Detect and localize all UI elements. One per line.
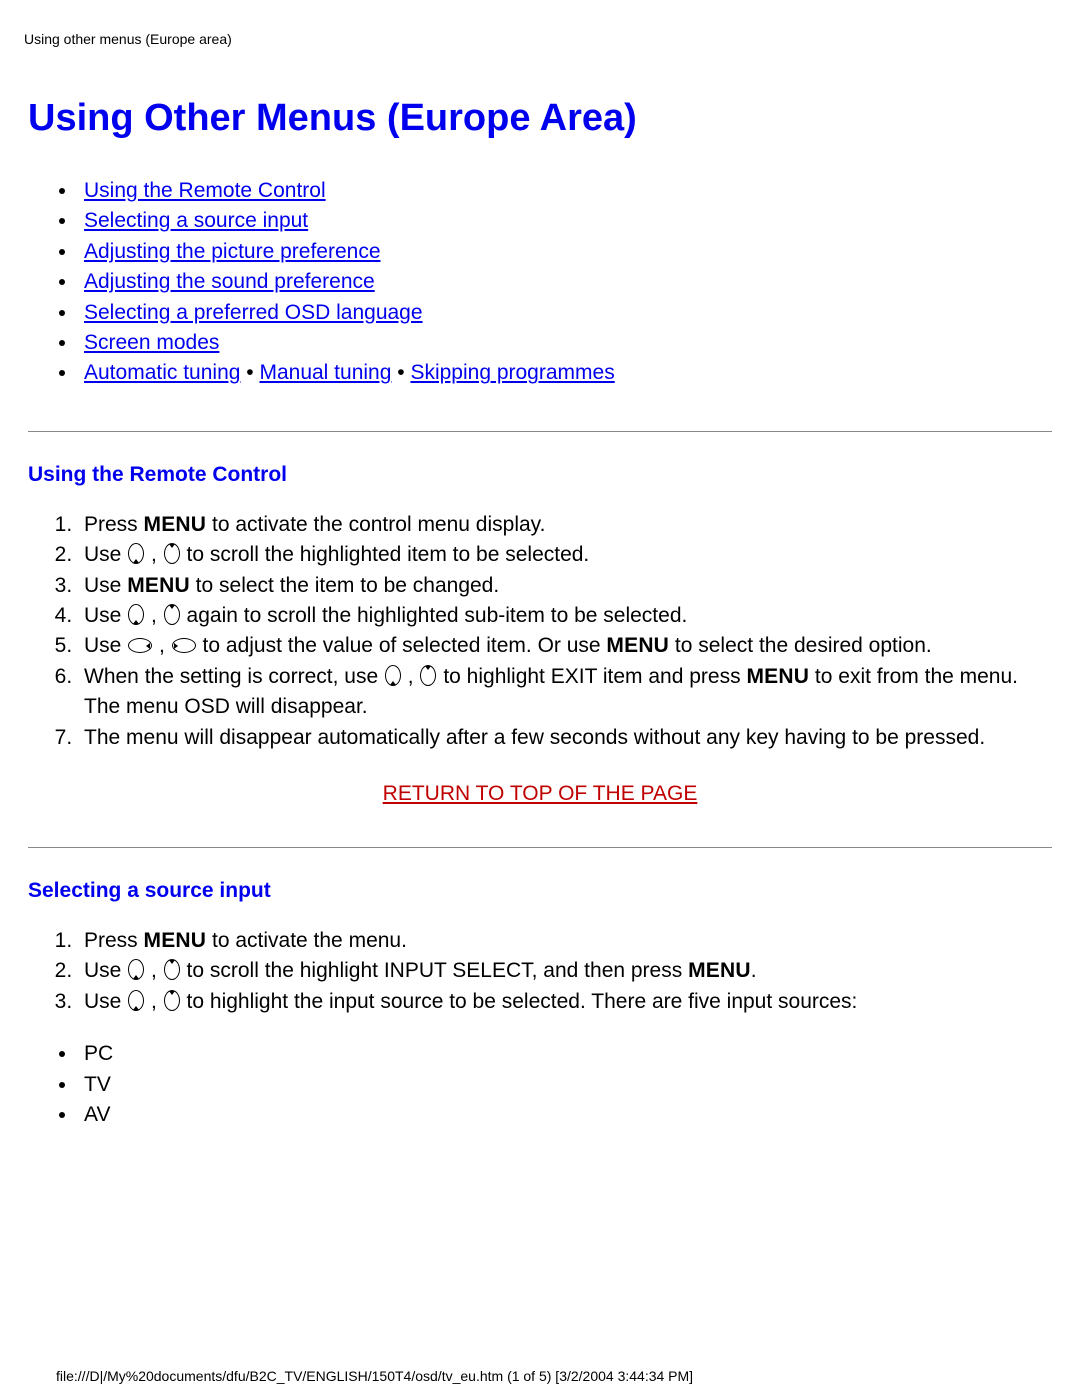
header-path: Using other menus (Europe area)	[24, 30, 1052, 50]
nav-item: Automatic tuning • Manual tuning • Skipp…	[78, 358, 1052, 388]
nav-link-source[interactable]: Selecting a source input	[84, 209, 308, 232]
text: Use	[84, 604, 127, 627]
list-item: PC	[78, 1039, 1052, 1069]
down-arrow-icon	[164, 990, 180, 1011]
text: ,	[145, 604, 163, 627]
menu-label: MENU	[746, 665, 809, 688]
list-item: Use , to highlight the input source to b…	[78, 987, 1052, 1017]
nav-link-screen[interactable]: Screen modes	[84, 331, 219, 354]
source-list: PC TV AV	[78, 1039, 1052, 1130]
text: ,	[145, 543, 163, 566]
menu-label: MENU	[127, 574, 190, 597]
list-item: Press MENU to activate the control menu …	[78, 510, 1052, 540]
down-arrow-icon	[164, 604, 180, 625]
nav-link-osd[interactable]: Selecting a preferred OSD language	[84, 301, 423, 324]
list-item: Use , again to scroll the highlighted su…	[78, 601, 1052, 631]
text: to activate the menu.	[206, 929, 407, 952]
up-arrow-icon	[128, 959, 144, 980]
list-item: Use , to scroll the highlighted item to …	[78, 540, 1052, 570]
section-heading-source: Selecting a source input	[28, 876, 1052, 906]
nav-link-sound[interactable]: Adjusting the sound preference	[84, 270, 375, 293]
up-arrow-icon	[128, 604, 144, 625]
nav-item: Screen modes	[78, 328, 1052, 358]
text: When the setting is correct, use	[84, 665, 384, 688]
text: Use	[84, 574, 127, 597]
right-arrow-icon	[172, 638, 196, 653]
list-item: TV	[78, 1070, 1052, 1100]
nav-sep: •	[240, 361, 259, 384]
down-arrow-icon	[420, 665, 436, 686]
text: Press	[84, 513, 144, 536]
down-arrow-icon	[164, 959, 180, 980]
text: Use	[84, 959, 127, 982]
text: Press	[84, 929, 144, 952]
nav-link-remote[interactable]: Using the Remote Control	[84, 179, 326, 202]
text: to scroll the highlight INPUT SELECT, an…	[181, 959, 688, 982]
menu-label: MENU	[688, 959, 751, 982]
left-arrow-icon	[128, 638, 152, 653]
menu-label: MENU	[606, 634, 669, 657]
nav-item: Using the Remote Control	[78, 176, 1052, 206]
text: ,	[153, 634, 171, 657]
divider	[28, 847, 1052, 848]
nav-sep: •	[391, 361, 410, 384]
text: ,	[402, 665, 420, 688]
up-arrow-icon	[128, 543, 144, 564]
text: Use	[84, 634, 127, 657]
menu-label: MENU	[144, 929, 207, 952]
text: to adjust the value of selected item. Or…	[197, 634, 607, 657]
up-arrow-icon	[385, 665, 401, 686]
nav-item: Selecting a source input	[78, 206, 1052, 236]
down-arrow-icon	[164, 543, 180, 564]
footer-path: file:///D|/My%20documents/dfu/B2C_TV/ENG…	[56, 1367, 693, 1387]
text: to select the desired option.	[669, 634, 932, 657]
up-arrow-icon	[128, 990, 144, 1011]
text: to select the item to be changed.	[190, 574, 499, 597]
nav-link-auto[interactable]: Automatic tuning	[84, 361, 240, 384]
text: Use	[84, 990, 127, 1013]
return-to-top-link[interactable]: RETURN TO TOP OF THE PAGE	[28, 779, 1052, 809]
nav-link-skip[interactable]: Skipping programmes	[410, 361, 614, 384]
text: ,	[145, 959, 163, 982]
nav-item: Selecting a preferred OSD language	[78, 298, 1052, 328]
nav-item: Adjusting the sound preference	[78, 267, 1052, 297]
source-steps: Press MENU to activate the menu. Use , t…	[78, 926, 1052, 1017]
remote-steps: Press MENU to activate the control menu …	[78, 510, 1052, 754]
text: again to scroll the highlighted sub-item…	[181, 604, 688, 627]
section-heading-remote: Using the Remote Control	[28, 460, 1052, 490]
text: ,	[145, 990, 163, 1013]
list-item: Use , to scroll the highlight INPUT SELE…	[78, 956, 1052, 986]
nav-link-manual[interactable]: Manual tuning	[259, 361, 391, 384]
list-item: AV	[78, 1100, 1052, 1130]
text: to highlight the input source to be sele…	[181, 990, 858, 1013]
nav-link-picture[interactable]: Adjusting the picture preference	[84, 240, 381, 263]
nav-item: Adjusting the picture preference	[78, 237, 1052, 267]
list-item: The menu will disappear automatically af…	[78, 723, 1052, 753]
nav-list: Using the Remote Control Selecting a sou…	[78, 176, 1052, 389]
page-title: Using Other Menus (Europe Area)	[28, 92, 1052, 146]
list-item: When the setting is correct, use , to hi…	[78, 662, 1052, 723]
list-item: Use MENU to select the item to be change…	[78, 571, 1052, 601]
text: .	[751, 959, 757, 982]
text: Use	[84, 543, 127, 566]
text: to highlight EXIT item and press	[437, 665, 746, 688]
list-item: Press MENU to activate the menu.	[78, 926, 1052, 956]
text: to scroll the highlighted item to be sel…	[181, 543, 590, 566]
text: to activate the control menu display.	[206, 513, 545, 536]
list-item: Use , to adjust the value of selected it…	[78, 631, 1052, 661]
divider	[28, 431, 1052, 432]
menu-label: MENU	[144, 513, 207, 536]
